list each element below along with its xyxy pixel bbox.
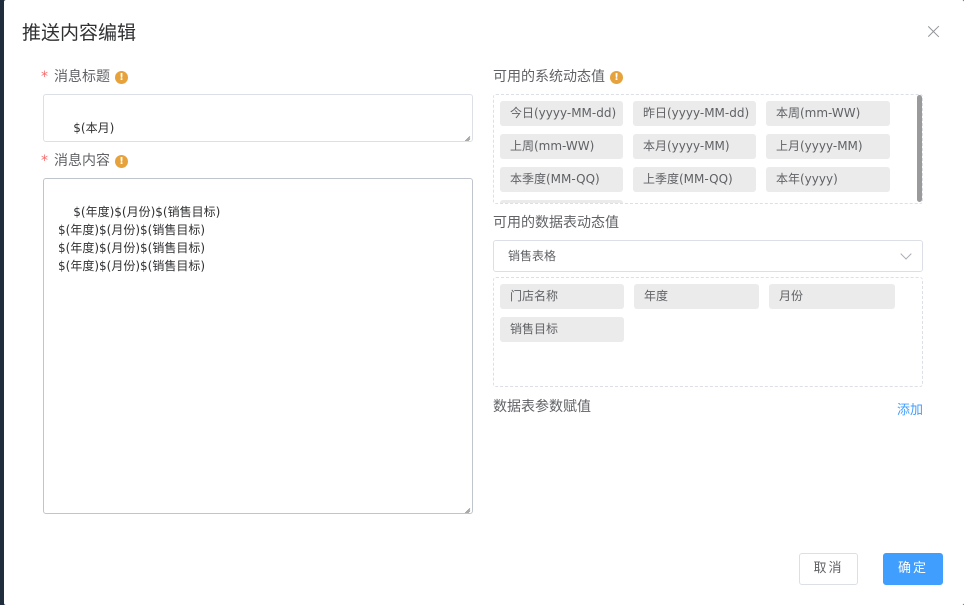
system-value-tag[interactable]: 上月(yyyy-MM) [766,134,890,159]
message-title-label: * 消息标题 ! [41,67,128,87]
warning-icon: ! [115,70,128,84]
cancel-button[interactable]: 取消 [799,553,858,585]
resize-handle-icon[interactable] [462,503,471,512]
confirm-button[interactable]: 确定 [883,553,943,585]
dialog-title: 推送内容编辑 [22,22,137,44]
required-mark: * [41,153,48,169]
warning-icon: ! [115,154,128,168]
required-mark: * [41,69,48,85]
add-param-link[interactable]: 添加 [897,399,923,418]
push-content-dialog: 推送内容编辑 * 消息标题 ! $(本月) * 消息内容 ! $(年度)$(月份… [4,0,964,605]
scrollbar-thumb[interactable] [917,95,922,202]
system-value-tag[interactable]: 本月(yyyy-MM) [633,134,756,159]
table-value-tag[interactable]: 门店名称 [500,284,624,309]
table-value-tag[interactable]: 年度 [634,284,759,309]
message-title-input[interactable]: $(本月) [43,94,473,142]
dialog-header: 推送内容编辑 [4,0,964,66]
message-title-value: $(本月) [73,121,115,135]
message-content-label: * 消息内容 ! [41,151,128,171]
message-content-value: $(年度)$(月份)$(销售目标) $(年度)$(月份)$(销售目标) $(年度… [58,205,221,273]
table-select-value: 销售表格 [508,249,557,263]
system-value-tag[interactable]: 今日(yyyy-MM-dd) [500,101,623,126]
params-label-text: 数据表参数赋值 [493,399,591,415]
params-label: 数据表参数赋值 [493,397,591,417]
system-value-tag[interactable]: 本季度(MM-QQ) [500,167,623,192]
system-value-tag[interactable]: 上季度(MM-QQ) [633,167,756,192]
system-value-tag[interactable]: 昨日(yyyy-MM-dd) [633,101,756,126]
system-value-tag[interactable]: 本年(yyyy) [766,167,890,192]
system-value-tag[interactable]: 上周(mm-WW) [500,134,623,159]
system-values-label-text: 可用的系统动态值 [493,69,605,85]
table-values-box: 门店名称 年度 月份 销售目标 [493,277,923,387]
resize-handle-icon[interactable] [462,131,471,140]
table-values-label-text: 可用的数据表动态值 [493,215,619,231]
message-content-label-text: 消息内容 [54,153,110,169]
system-value-tag[interactable]: 本周(mm-WW) [766,101,890,126]
close-icon[interactable] [924,22,944,42]
system-values-box: 今日(yyyy-MM-dd) 昨日(yyyy-MM-dd) 本周(mm-WW) … [493,94,923,204]
message-title-label-text: 消息标题 [54,69,110,85]
message-content-input[interactable]: $(年度)$(月份)$(销售目标) $(年度)$(月份)$(销售目标) $(年度… [43,178,473,514]
system-values-label: 可用的系统动态值 ! [493,67,623,87]
table-value-tag[interactable]: 销售目标 [500,317,624,342]
system-value-tag-overflow [500,200,623,203]
table-select[interactable]: 销售表格 [493,240,923,272]
warning-icon: ! [610,70,623,84]
table-value-tag[interactable]: 月份 [769,284,895,309]
chevron-down-icon [900,248,912,260]
table-values-label: 可用的数据表动态值 [493,213,619,233]
